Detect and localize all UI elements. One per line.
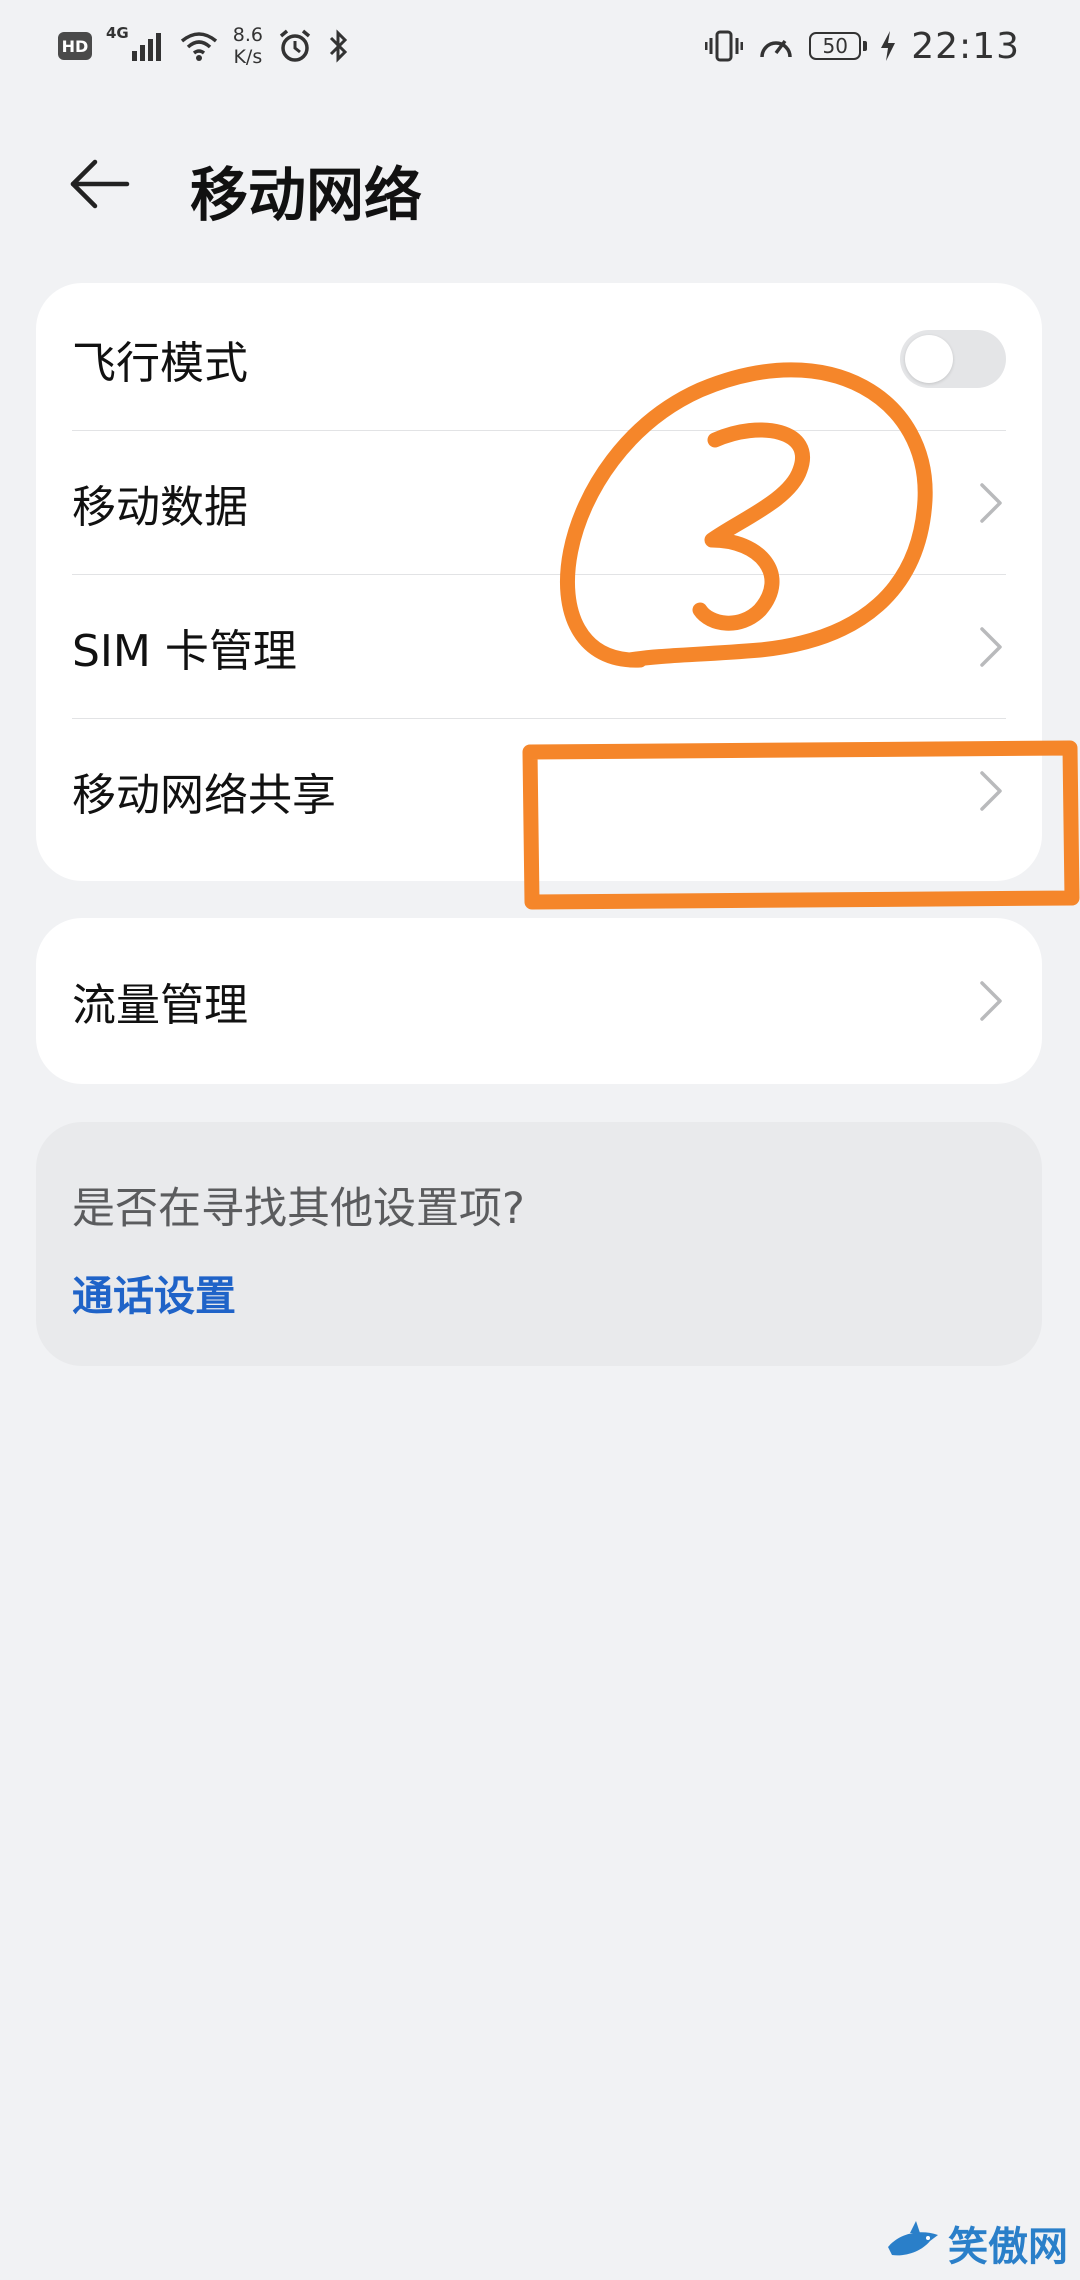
back-arrow-icon: [70, 159, 130, 209]
alarm-icon: [279, 29, 311, 62]
battery-icon: 50: [809, 32, 868, 60]
back-button[interactable]: [60, 144, 140, 224]
watermark: 笑傲网: [886, 2214, 1068, 2272]
chevron-right-icon: [980, 771, 1002, 811]
watermark-text: 笑傲网: [948, 2224, 1068, 2270]
airplane-mode-row[interactable]: 飞行模式: [36, 287, 1042, 431]
speed-value: 8.6: [232, 24, 263, 46]
mobile-network-settings-card: 飞行模式 移动数据 SIM 卡管理 移动网络共享: [36, 283, 1042, 881]
row-label: SIM 卡管理: [72, 626, 297, 677]
sim-management-row[interactable]: SIM 卡管理: [36, 575, 1042, 719]
bluetooth-icon: [329, 29, 348, 63]
toggle-knob: [905, 335, 953, 383]
airplane-mode-toggle[interactable]: [900, 330, 1006, 388]
row-label: 移动数据: [72, 482, 248, 533]
clock: 22:13: [911, 25, 1020, 67]
mobile-hotspot-row[interactable]: 移动网络共享: [36, 719, 1042, 863]
status-bar: HD 4G 8.6 K/s 50 22:13: [0, 0, 1080, 92]
shark-logo-icon: [888, 2221, 938, 2256]
traffic-management-row[interactable]: 流量管理: [36, 929, 1042, 1073]
charging-icon: [881, 31, 896, 61]
chevron-right-icon: [980, 627, 1002, 667]
speed-unit: K/s: [233, 46, 263, 68]
speedometer-icon: [760, 39, 792, 58]
row-label: 流量管理: [72, 980, 248, 1031]
signal-icon: [131, 33, 161, 61]
row-label: 飞行模式: [72, 338, 248, 389]
network-type: 4G: [106, 24, 129, 42]
status-bar-left: HD 4G 8.6 K/s: [58, 22, 351, 70]
traffic-management-card: 流量管理: [36, 918, 1042, 1084]
other-settings-hint-card: 是否在寻找其他设置项? 通话设置: [36, 1122, 1042, 1366]
network-speed: 8.6 K/s: [233, 24, 263, 68]
chevron-right-icon: [980, 483, 1002, 523]
hint-title: 是否在寻找其他设置项?: [72, 1184, 525, 1234]
page-title: 移动网络: [190, 161, 423, 229]
vibrate-icon: [705, 30, 744, 62]
call-settings-link[interactable]: 通话设置: [72, 1262, 236, 1322]
chevron-right-icon: [980, 981, 1002, 1021]
row-label: 移动网络共享: [72, 770, 336, 821]
wifi-icon: [180, 32, 217, 61]
mobile-data-row[interactable]: 移动数据: [36, 431, 1042, 575]
hd-badge: HD: [58, 32, 92, 60]
app-header: 移动网络: [0, 120, 1080, 240]
status-bar-right: 50 22:13: [705, 22, 1020, 70]
battery-level: 50: [822, 34, 848, 58]
